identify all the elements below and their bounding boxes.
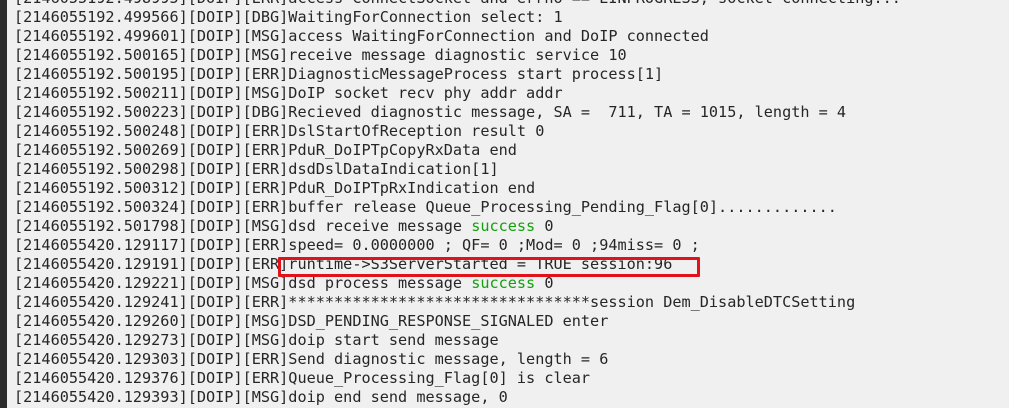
log-line: [2146055192.500298][DOIP][ERR]dsdDslData… — [14, 160, 499, 178]
log-output[interactable]: [2146055192.498995][DOIP][ERR]access Con… — [14, 0, 901, 407]
log-line: [2146055420.129376][DOIP][ERR]Queue_Proc… — [14, 369, 591, 387]
window-left-border — [0, 0, 7, 408]
log-line-text: [2146055192.501798][DOIP][MSG]dsd receiv… — [14, 217, 472, 235]
log-line: [2146055420.129303][DOIP][ERR]Send diagn… — [14, 350, 609, 368]
log-line: [2146055192.498995][DOIP][ERR]access Con… — [14, 0, 901, 8]
log-line: [2146055420.129260][DOIP][MSG]DSD_PENDIN… — [14, 312, 609, 330]
log-line-text: 0 — [535, 217, 554, 235]
log-line: [2146055420.129393][DOIP][MSG]doip end s… — [14, 388, 508, 406]
log-line: [2146055420.129273][DOIP][MSG]doip start… — [14, 331, 499, 349]
terminal-window[interactable]: [2146055192.498995][DOIP][ERR]access Con… — [0, 0, 1009, 408]
success-keyword: success — [471, 274, 536, 292]
log-line: [2146055192.500223][DOIP][DBG]Recieved d… — [14, 103, 847, 121]
log-line: [2146055192.501798][DOIP][MSG]dsd receiv… — [14, 217, 901, 236]
log-line-highlighted: [2146055420.129191][DOIP][ERR]runtime->S… — [14, 255, 673, 273]
log-line: [2146055192.500165][DOIP][MSG]receive me… — [14, 46, 627, 64]
log-line: [2146055192.499601][DOIP][MSG]access Wai… — [14, 27, 709, 45]
log-line: [2146055192.500211][DOIP][MSG]DoIP socke… — [14, 84, 563, 102]
success-keyword: success — [471, 217, 536, 235]
log-line: [2146055192.499566][DOIP][DBG]WaitingFor… — [14, 8, 563, 26]
log-line: [2146055420.129221][DOIP][MSG]dsd proces… — [14, 274, 901, 293]
log-line-text: 0 — [535, 274, 554, 292]
log-line: [2146055192.500312][DOIP][ERR]PduR_DoIPT… — [14, 179, 536, 197]
log-line: [2146055420.129241][DOIP][ERR]**********… — [14, 293, 856, 311]
log-line: [2146055192.500248][DOIP][ERR]DslStartOf… — [14, 122, 545, 140]
log-line: [2146055192.500269][DOIP][ERR]PduR_DoIPT… — [14, 141, 517, 159]
log-line: [2146055192.500195][DOIP][ERR]Diagnostic… — [14, 65, 664, 83]
log-line: [2146055192.500324][DOIP][ERR]buffer rel… — [14, 198, 837, 216]
log-line: [2146055420.129117][DOIP][ERR]speed= 0.0… — [14, 236, 700, 254]
log-line-text: [2146055420.129221][DOIP][MSG]dsd proces… — [14, 274, 472, 292]
